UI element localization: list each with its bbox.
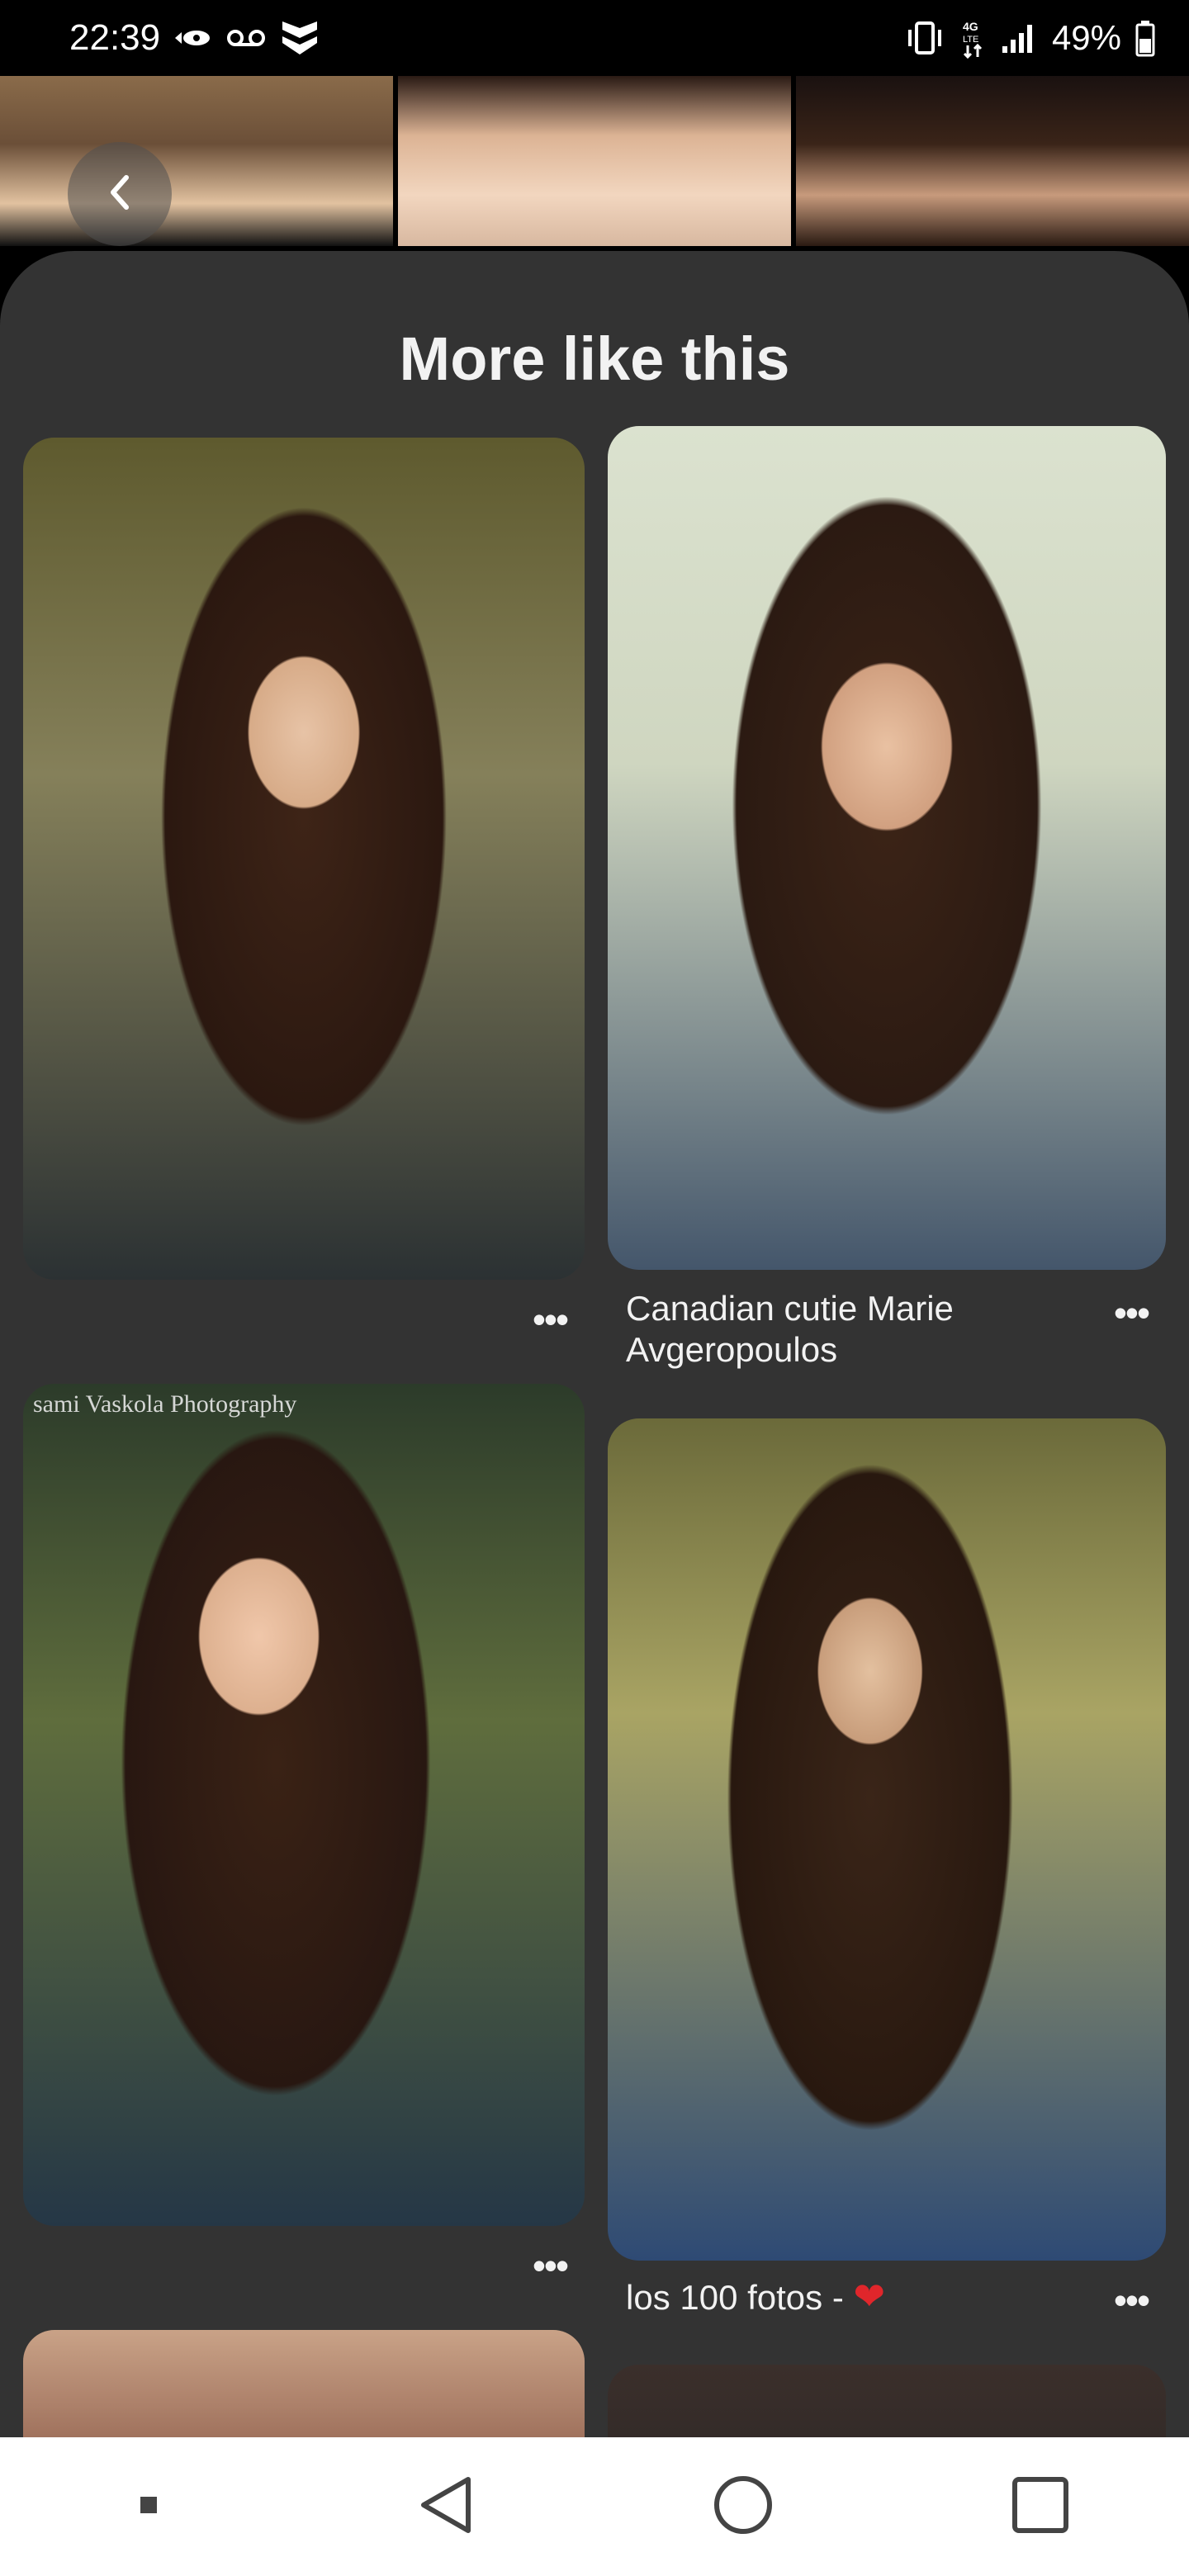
battery-percent: 49% — [1051, 18, 1121, 57]
pin-image[interactable] — [608, 2365, 1166, 2437]
vibrate-icon — [903, 20, 946, 56]
recent-dot-button[interactable] — [99, 2457, 198, 2556]
more-options-button[interactable]: ••• — [1106, 1288, 1156, 1338]
pin-image[interactable] — [608, 426, 1166, 1270]
pin-caption-text: los 100 fotos - — [626, 2278, 854, 2317]
voicemail-icon — [226, 27, 266, 49]
pin-caption: Canadian cutie Marie Avgeropoulos — [626, 1289, 954, 1369]
pin-card[interactable] — [23, 438, 585, 1280]
svg-text:4G: 4G — [963, 20, 978, 33]
pin-card[interactable] — [23, 2330, 585, 2437]
pin-image[interactable] — [23, 438, 585, 1280]
system-navigation-bar — [0, 2437, 1189, 2576]
more-options-button[interactable]: ••• — [1106, 2275, 1156, 2325]
section-title: More like this — [399, 324, 790, 393]
pin-meta: ••• — [23, 1295, 585, 1344]
pin-image[interactable]: sami Vaskola Photography — [23, 1384, 585, 2226]
svg-text:LTE: LTE — [963, 35, 978, 45]
status-bar: 22:39 4G LTE 49% — [0, 0, 1189, 76]
chevron-left-icon — [103, 171, 136, 218]
more-options-button[interactable]: ••• — [525, 2241, 575, 2290]
eye-icon — [173, 26, 213, 50]
4g-lte-icon: 4G LTE — [959, 17, 988, 59]
more-options-button[interactable]: ••• — [525, 1295, 575, 1344]
battery-icon — [1135, 19, 1156, 57]
home-circle-icon — [713, 2474, 774, 2540]
pin-card[interactable] — [608, 1418, 1166, 2261]
shield-icon — [279, 18, 320, 58]
home-button[interactable] — [694, 2457, 793, 2556]
pin-meta: ••• — [23, 2241, 585, 2290]
status-time: 22:39 — [69, 17, 161, 58]
pin-image[interactable] — [23, 2330, 585, 2437]
pin-card[interactable]: sami Vaskola Photography — [23, 1384, 585, 2226]
strip-image[interactable] — [796, 76, 1189, 246]
pin-card[interactable] — [608, 2365, 1166, 2437]
strip-image[interactable] — [0, 76, 393, 246]
back-button[interactable] — [68, 142, 172, 246]
signal-icon — [1001, 21, 1039, 54]
pin-meta: los 100 fotos - ❤ ••• — [608, 2275, 1166, 2325]
overview-button[interactable] — [991, 2457, 1090, 2556]
back-triangle-icon — [417, 2474, 475, 2540]
pin-image[interactable] — [608, 1418, 1166, 2261]
pin-card[interactable] — [608, 426, 1166, 1270]
strip-image[interactable] — [398, 76, 791, 246]
photo-watermark: sami Vaskola Photography — [33, 1390, 297, 1418]
pin-meta: Canadian cutie Marie Avgeropoulos ••• — [608, 1288, 1166, 1371]
recent-dot-icon — [139, 2495, 159, 2519]
overview-square-icon — [1011, 2475, 1070, 2539]
pin-caption: los 100 fotos - ❤ — [608, 2275, 885, 2318]
back-nav-button[interactable] — [396, 2457, 495, 2556]
previous-pin-strip — [0, 76, 1189, 246]
more-like-this-sheet: More like this ••• Canadian cutie Marie … — [0, 251, 1189, 2437]
heart-icon: ❤ — [853, 2275, 886, 2318]
